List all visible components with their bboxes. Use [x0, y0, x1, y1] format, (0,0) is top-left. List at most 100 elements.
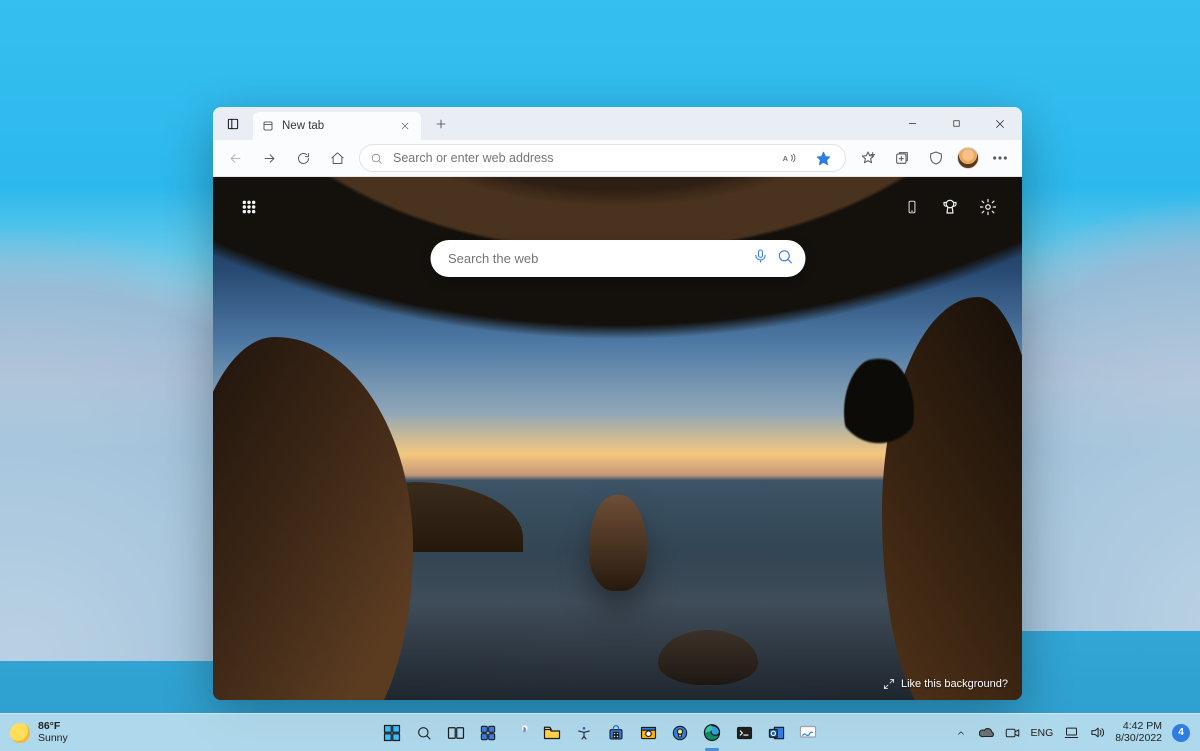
- taskbar-clock[interactable]: 4:42 PM 8/30/2022: [1115, 721, 1162, 743]
- titlebar: New tab: [213, 107, 1022, 140]
- tab-actions-button[interactable]: [219, 111, 247, 137]
- ntp-top-left-controls: [237, 195, 261, 219]
- tips-button[interactable]: [666, 719, 694, 747]
- collections-button[interactable]: [886, 143, 918, 173]
- grid-icon: [241, 199, 257, 215]
- whiteboard-button[interactable]: [794, 719, 822, 747]
- widgets-button[interactable]: [474, 719, 502, 747]
- meet-now-icon: [1005, 727, 1020, 739]
- ntp-top-right-controls: [900, 195, 1000, 219]
- address-bar[interactable]: A: [359, 144, 846, 172]
- window-maximize-button[interactable]: [934, 107, 978, 140]
- address-input[interactable]: [393, 151, 767, 165]
- nav-forward-button[interactable]: [253, 143, 285, 173]
- like-background-button[interactable]: Like this background?: [883, 678, 1008, 690]
- accessibility-button[interactable]: [570, 719, 598, 747]
- notification-count: 4: [1178, 727, 1184, 738]
- star-filled-icon: [816, 151, 831, 166]
- tray-chevron-button[interactable]: [953, 725, 969, 741]
- ntp-rewards-button[interactable]: [938, 195, 962, 219]
- nav-home-button[interactable]: [321, 143, 353, 173]
- chat-button[interactable]: [506, 719, 534, 747]
- tray-onedrive-icon[interactable]: [979, 725, 995, 741]
- tab-favicon-icon: [261, 119, 275, 133]
- notification-badge[interactable]: 4: [1172, 724, 1190, 742]
- plus-icon: [435, 118, 447, 130]
- ntp-search-box[interactable]: [430, 240, 805, 277]
- weather-text: 86°F Sunny: [38, 721, 68, 743]
- window-close-button[interactable]: [978, 107, 1022, 140]
- settings-menu-button[interactable]: [984, 143, 1016, 173]
- edge-browser-button[interactable]: [698, 719, 726, 747]
- window-controls: [890, 107, 1022, 140]
- window-minimize-button[interactable]: [890, 107, 934, 140]
- gear-icon: [979, 198, 997, 216]
- task-view-button[interactable]: [442, 719, 470, 747]
- nav-refresh-button[interactable]: [287, 143, 319, 173]
- browser-tab[interactable]: New tab: [253, 112, 421, 140]
- whiteboard-icon: [799, 725, 817, 740]
- collections-icon: [894, 150, 910, 166]
- taskbar-center: [378, 719, 822, 747]
- mic-icon: [752, 248, 768, 264]
- tray-meet-now-icon[interactable]: [1005, 725, 1021, 741]
- ntp-search-button[interactable]: [776, 248, 793, 270]
- widgets-icon: [480, 725, 496, 741]
- avatar-icon: [957, 147, 979, 169]
- tray-volume-icon[interactable]: [1089, 725, 1105, 741]
- expand-icon: [883, 678, 895, 690]
- outlook-icon: [768, 725, 785, 741]
- edge-icon: [703, 724, 721, 742]
- ntp-mobile-button[interactable]: [900, 195, 924, 219]
- new-tab-button[interactable]: [427, 111, 455, 137]
- outlook-button[interactable]: [762, 719, 790, 747]
- maximize-icon: [951, 118, 962, 129]
- ntp-seastack: [589, 495, 647, 591]
- ntp-tree: [844, 357, 914, 467]
- ntp-voice-button[interactable]: [752, 248, 768, 269]
- trophy-icon: [941, 198, 959, 216]
- more-icon: [992, 156, 1008, 160]
- minimize-icon: [907, 118, 918, 129]
- nav-back-button[interactable]: [219, 143, 251, 173]
- tray-language[interactable]: ENG: [1031, 727, 1054, 739]
- start-button[interactable]: [378, 719, 406, 747]
- weather-temp: 86°F: [38, 721, 68, 732]
- clock-date: 8/30/2022: [1115, 733, 1162, 744]
- ntp-settings-button[interactable]: [976, 195, 1000, 219]
- camera-app-button[interactable]: [634, 719, 662, 747]
- file-explorer-button[interactable]: [538, 719, 566, 747]
- favorite-button[interactable]: [811, 143, 835, 173]
- tray-network-icon[interactable]: [1063, 725, 1079, 741]
- read-aloud-button[interactable]: A: [777, 143, 801, 173]
- arrow-left-icon: [228, 151, 243, 166]
- folder-icon: [543, 725, 561, 740]
- svg-text:A: A: [782, 154, 788, 163]
- volume-icon: [1090, 726, 1105, 739]
- terminal-button[interactable]: [730, 719, 758, 747]
- profile-button[interactable]: [954, 143, 982, 173]
- tab-close-button[interactable]: [397, 118, 413, 134]
- browser-essentials-button[interactable]: [920, 143, 952, 173]
- store-button[interactable]: [602, 719, 630, 747]
- chevron-up-icon: [956, 728, 966, 738]
- taskbar-search-button[interactable]: [410, 719, 438, 747]
- read-aloud-icon: A: [782, 152, 797, 165]
- new-tab-page: Like this background?: [213, 177, 1022, 700]
- chat-icon: [512, 724, 529, 741]
- taskbar: 86°F Sunny ENG 4:42 PM: [0, 713, 1200, 751]
- arrow-right-icon: [262, 151, 277, 166]
- sun-icon: [10, 723, 30, 743]
- clock-time: 4:42 PM: [1123, 721, 1162, 732]
- tab-actions-icon: [226, 117, 240, 131]
- weather-desc: Sunny: [38, 733, 68, 744]
- favorites-bar-button[interactable]: [852, 143, 884, 173]
- star-plus-icon: [860, 150, 876, 166]
- task-view-icon: [447, 726, 465, 740]
- taskbar-right: ENG 4:42 PM 8/30/2022 4: [953, 721, 1190, 743]
- ntp-search-input[interactable]: [448, 251, 744, 266]
- close-icon: [994, 118, 1006, 130]
- ntp-apps-button[interactable]: [237, 195, 261, 219]
- shield-icon: [928, 150, 944, 166]
- taskbar-weather[interactable]: 86°F Sunny: [10, 721, 68, 743]
